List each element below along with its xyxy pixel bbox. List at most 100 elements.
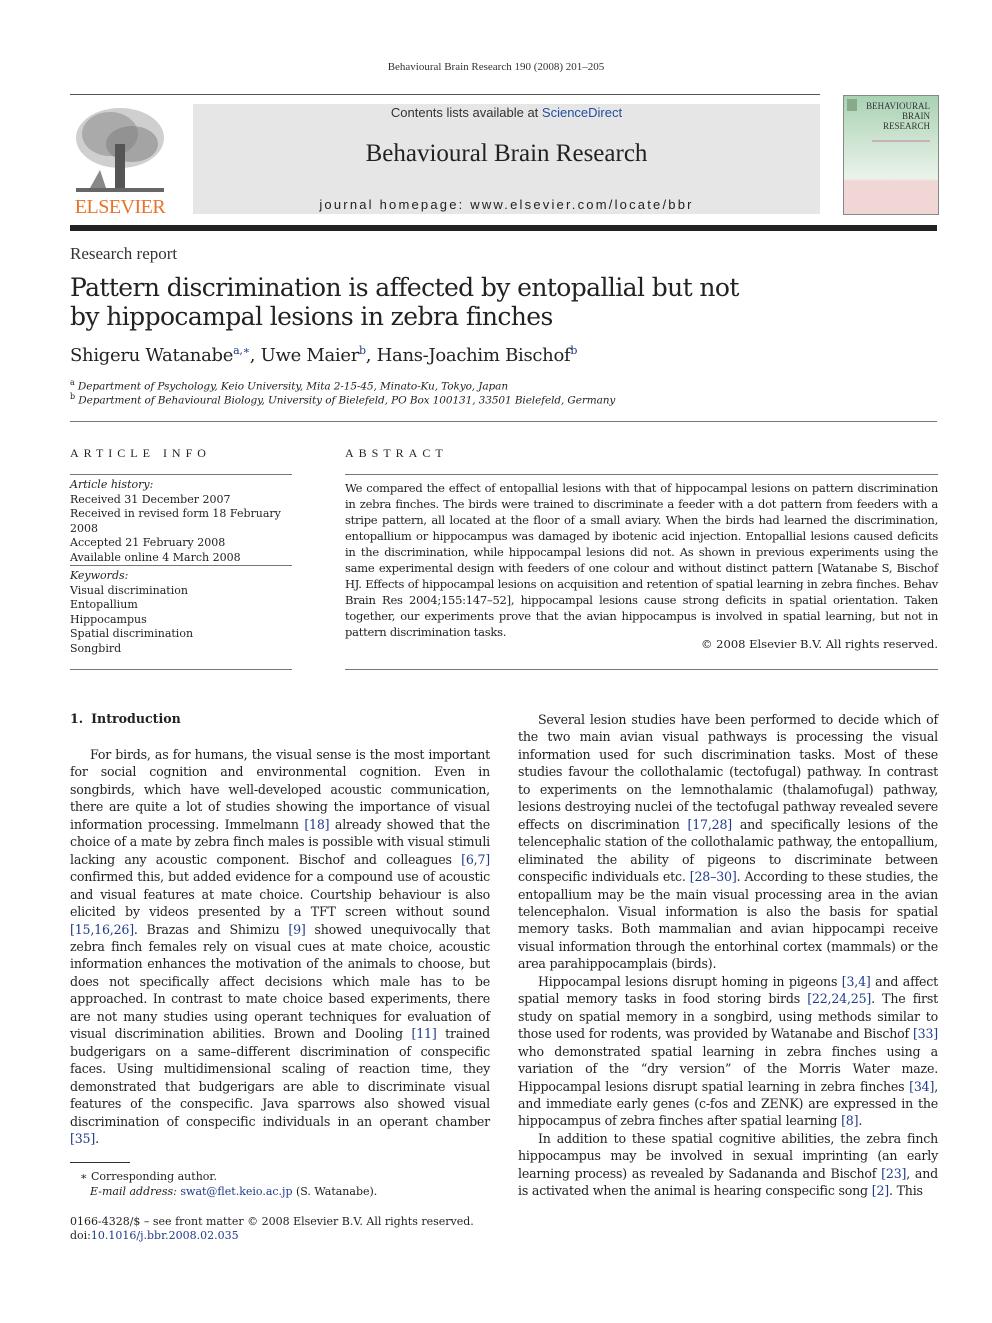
body-column-left: For birds, as for humans, the visual sen…: [70, 746, 490, 1147]
keywords-label: Keywords:: [70, 569, 129, 582]
section-number: 1.: [70, 711, 84, 726]
citation-link[interactable]: [6,7]: [461, 852, 490, 867]
keyword: Visual discrimination: [70, 583, 188, 597]
doi-link[interactable]: 10.1016/j.bbr.2008.02.035: [91, 1229, 239, 1242]
divider: [345, 669, 938, 670]
author-name[interactable]: Uwe Maier: [261, 345, 360, 366]
citation-link[interactable]: [15,16,26]: [70, 922, 134, 937]
citation-link[interactable]: [34]: [909, 1079, 934, 1094]
citation-link[interactable]: [33]: [913, 1026, 938, 1041]
divider: [70, 421, 937, 422]
divider: [70, 474, 292, 475]
citation-link[interactable]: [11]: [411, 1026, 436, 1041]
paragraph-text: .: [95, 1130, 99, 1146]
paragraph-text: . Brazas and Shimizu: [133, 921, 289, 937]
journal-title: Behavioural Brain Research: [365, 140, 648, 167]
elsevier-wordmark: ELSEVIER: [74, 196, 166, 218]
divider: [70, 669, 292, 670]
history-item: Available online 4 March 2008: [70, 550, 241, 564]
history-item: Received in revised form 18 February 200…: [70, 507, 281, 535]
citation-link[interactable]: [8]: [841, 1113, 858, 1128]
keyword: Hippocampus: [70, 612, 147, 626]
divider: [70, 94, 820, 95]
sciencedirect-link[interactable]: ScienceDirect: [542, 105, 622, 120]
doi-label: doi:: [70, 1229, 91, 1242]
paragraph-text: showed unequivocally that zebra finch fe…: [70, 921, 490, 1042]
article-type: Research report: [70, 244, 178, 263]
citation-link[interactable]: [28–30]: [690, 869, 737, 884]
divider: [345, 474, 938, 475]
abstract-text: We compared the effect of entopallial le…: [345, 481, 938, 639]
divider: [70, 565, 292, 566]
footnote-marker: ∗: [80, 1170, 88, 1183]
affiliation-text: Department of Psychology, Keio Universit…: [77, 380, 508, 393]
paragraph-text: confirmed this, but added evidence for a…: [70, 869, 490, 920]
affiliation: b Department of Behavioural Biology, Uni…: [70, 392, 615, 407]
citation-link[interactable]: [22,24,25]: [807, 991, 871, 1006]
history-item: Accepted 21 February 2008: [70, 536, 226, 549]
paragraph-text: trained budgerigars on a same–different …: [70, 1026, 490, 1129]
article-title: Pattern discrimination is affected by en…: [70, 273, 739, 331]
cover-title-line: BRAIN: [901, 111, 930, 121]
citation-link[interactable]: [18]: [304, 817, 329, 832]
paragraph: For birds, as for humans, the visual sen…: [70, 746, 490, 1147]
footnote-corresponding: ∗ Corresponding author.: [80, 1170, 217, 1183]
author-affil-sup[interactable]: b: [359, 344, 366, 357]
footnote-email: E-mail address: swat@flet.keio.ac.jp (S.…: [90, 1185, 377, 1198]
footnote-divider: [70, 1162, 130, 1163]
header-divider: [70, 225, 937, 231]
cover-subtitle-bar: [872, 140, 930, 142]
author-affil-sup[interactable]: b: [570, 344, 577, 357]
citation-link[interactable]: [35]: [70, 1131, 95, 1146]
section-title: Introduction: [91, 711, 181, 726]
footnote-text: Corresponding author.: [90, 1170, 217, 1183]
affiliation-text: Department of Behavioural Biology, Unive…: [78, 394, 616, 407]
section-heading: 1. Introduction: [70, 711, 181, 726]
author-name[interactable]: Hans-Joachim Bischof: [377, 345, 571, 366]
citation-link[interactable]: [17,28]: [687, 817, 732, 832]
citation-link[interactable]: [2]: [872, 1183, 889, 1198]
affiliation: a Department of Psychology, Keio Univers…: [70, 378, 508, 393]
email-link[interactable]: swat@flet.keio.ac.jp: [180, 1185, 292, 1198]
running-head: Behavioural Brain Research 190 (2008) 20…: [387, 61, 605, 73]
affiliation-sup: a: [70, 378, 75, 387]
paragraph: In addition to these spatial cognitive a…: [518, 1130, 938, 1200]
contents-line: Contents lists available at ScienceDirec…: [193, 105, 820, 120]
paragraph: Hippocampal lesions disrupt homing in pi…: [518, 973, 938, 1130]
author-affil-sup[interactable]: a,∗: [233, 344, 250, 357]
affiliation-sup: b: [70, 392, 76, 401]
article-info-heading: ARTICLE INFO: [70, 446, 211, 460]
history-item: Received 31 December 2007: [70, 492, 231, 506]
keyword: Entopallium: [70, 598, 138, 611]
abstract-heading: ABSTRACT: [345, 446, 448, 460]
article-history: Article history: Received 31 December 20…: [70, 478, 292, 565]
keyword: Spatial discrimination: [70, 627, 194, 640]
cover-title-line: BEHAVIOURAL: [866, 101, 930, 111]
keywords: Keywords: Visual discrimination Entopall…: [70, 569, 292, 656]
author-list: Shigeru Watanabea,∗, Uwe Maierb, Hans-Jo…: [70, 344, 578, 366]
paragraph-text: . This: [888, 1183, 923, 1199]
body-column-right: Several lesion studies have been perform…: [518, 711, 938, 1200]
email-label: E-mail address:: [90, 1185, 177, 1198]
paragraph-text: Several lesion studies have been perform…: [518, 712, 938, 832]
citation-link[interactable]: [9]: [288, 922, 305, 937]
elsevier-logo[interactable]: ELSEVIER: [70, 104, 170, 218]
paragraph-text: .: [858, 1113, 863, 1129]
abstract-copyright: © 2008 Elsevier B.V. All rights reserved…: [701, 637, 938, 651]
contents-prefix: Contents lists available at: [390, 105, 542, 120]
cover-title: BEHAVIOURAL BRAIN RESEARCH: [850, 101, 930, 131]
paragraph: Several lesion studies have been perform…: [518, 711, 938, 973]
keyword: Songbird: [70, 641, 122, 655]
paragraph-text: . According to these studies, the entopa…: [518, 869, 939, 972]
doi-line: doi:10.1016/j.bbr.2008.02.035: [70, 1229, 239, 1242]
citation-link[interactable]: [23]: [881, 1166, 906, 1181]
journal-homepage-link[interactable]: journal homepage: www.elsevier.com/locat…: [193, 197, 820, 212]
article-history-label: Article history:: [70, 478, 154, 491]
paragraph-text: Hippocampal lesions disrupt homing in pi…: [538, 973, 842, 989]
cover-title-line: RESEARCH: [882, 121, 930, 131]
author-name[interactable]: Shigeru Watanabe: [70, 345, 233, 366]
citation-link[interactable]: [3,4]: [842, 974, 871, 989]
paragraph-text: In addition to these spatial cognitive a…: [518, 1130, 938, 1181]
email-suffix: (S. Watanabe).: [292, 1185, 378, 1198]
paragraph-text: who demonstrated spatial learning in zeb…: [518, 1043, 938, 1094]
